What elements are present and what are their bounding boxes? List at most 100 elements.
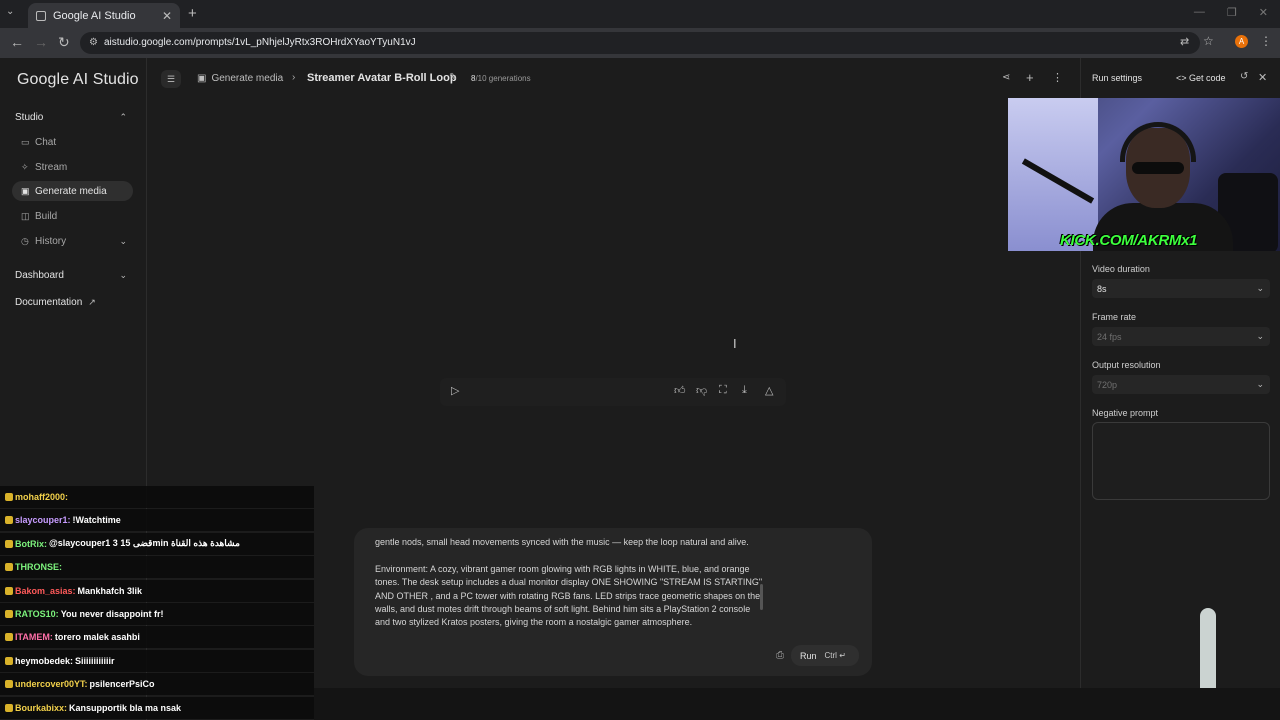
frame-rate-value: 24 fps [1097, 331, 1122, 342]
drive-icon[interactable]: △ [765, 384, 773, 397]
chevron-down-icon: ⌄ [119, 270, 127, 280]
output-resolution-select[interactable]: 720p ⌄ [1092, 375, 1270, 394]
sidebar-item-build[interactable]: ◫ Build [12, 206, 133, 226]
frame-rate-label: Frame rate [1092, 312, 1137, 322]
reset-settings-icon[interactable]: ↺ [1240, 71, 1248, 82]
sunglasses [1132, 162, 1184, 174]
chat-badge-icon [5, 610, 13, 618]
maximize-icon[interactable]: ❐ [1227, 6, 1237, 19]
video-duration-select[interactable]: 8s ⌄ [1092, 279, 1270, 298]
close-tab-icon[interactable]: ✕ [162, 9, 172, 23]
browser-tab[interactable]: Google AI Studio ✕ [28, 3, 180, 28]
close-panel-icon[interactable]: ✕ [1258, 71, 1267, 84]
minimize-icon[interactable]: — [1194, 6, 1205, 19]
chat-message: THRONSE: [0, 556, 314, 579]
site-info-icon[interactable]: ⚙ [89, 37, 98, 48]
video-duration-label: Video duration [1092, 264, 1150, 274]
thumbs-down-icon[interactable]: 👎︎ [696, 384, 707, 397]
window-controls: — ❐ ✕ [1194, 6, 1268, 19]
run-shortcut-key: Ctrl [824, 651, 837, 660]
translate-icon[interactable]: ⇄ [1180, 35, 1189, 48]
prompt-input-box[interactable]: gentle nods, small head movements synced… [354, 528, 872, 676]
chat-username: BotRix: [15, 538, 47, 549]
tab-title: Google AI Studio [53, 9, 136, 22]
chat-message: Bakom_asias: Mankhafch 3lik [0, 579, 314, 602]
thumbs-up-icon[interactable]: 👍︎ [674, 384, 686, 397]
sidebar-item-label: History [35, 235, 67, 247]
play-icon[interactable]: ▷ [451, 384, 459, 397]
studio-label: Studio [15, 112, 44, 123]
chat-icon: ▭ [21, 136, 30, 147]
get-code-button[interactable]: <> Get code [1176, 73, 1226, 83]
browser-tab-bar: ⌄ Google AI Studio ✕ + — ❐ ✕ [0, 0, 1280, 28]
chat-text: @slaycouper1 3 قضى 15min مشاهدة هذه القن… [49, 538, 240, 549]
chat-message: heymobedek: Siiiiiiiiiiiir [0, 649, 314, 672]
chevron-down-icon: ⌄ [1256, 379, 1264, 389]
breadcrumb-parent[interactable]: ▣ Generate media [197, 73, 283, 84]
address-bar: ← → ↻ ⚙ aistudio.google.com/prompts/1vL_… [0, 28, 1280, 58]
sidebar-item-generate-media[interactable]: ▣ Generate media [12, 181, 133, 201]
bookmark-star-icon[interactable]: ☆ [1203, 34, 1214, 48]
prompt-scrollbar[interactable] [760, 584, 763, 610]
url-text: aistudio.google.com/prompts/1vL_pNhjelJy… [104, 37, 416, 48]
chat-message: ITAMEM: torero malek asahbi [0, 626, 314, 649]
fullscreen-icon[interactable]: ⛶ [719, 384, 727, 397]
run-label: Run [800, 650, 817, 661]
video-player-controls: ▷ 👍︎ 👎︎ ⛶ ⤓ △ [440, 378, 786, 406]
sidebar-item-label: Build [35, 210, 58, 222]
more-options-icon[interactable]: ⋮ [1052, 71, 1063, 84]
toggle-sidebar-button[interactable]: ☰ [161, 70, 181, 88]
sidebar-item-stream[interactable]: ✧ Stream [12, 157, 133, 177]
chat-message: slaycouper1: !Watchtime [0, 509, 314, 532]
run-shortcut: Ctrl ↵ [824, 651, 846, 660]
build-icon: ◫ [21, 210, 30, 221]
chat-badge-icon [5, 703, 13, 712]
breadcrumb-chevron-icon: › [292, 72, 296, 83]
new-prompt-icon[interactable]: + [1026, 70, 1034, 85]
url-field[interactable]: ⚙ aistudio.google.com/prompts/1vL_pNhjel… [80, 32, 1200, 54]
stream-icon: ✧ [21, 161, 29, 172]
dashboard-section-header[interactable]: Dashboard ⌄ [15, 270, 127, 281]
sidebar-item-history[interactable]: ◷ History ⌄ [12, 231, 133, 251]
chat-message: mohaff2000: [0, 486, 314, 508]
app-logo[interactable]: Google AI Studio [17, 71, 139, 89]
download-icon[interactable]: ⤓ [742, 384, 747, 397]
headset-icon [1120, 122, 1196, 162]
chat-text: Mankhafch 3lik [77, 585, 143, 596]
prompt-header: ☰ ▣ Generate media › Streamer Avatar B-R… [147, 58, 1080, 98]
negative-prompt-input[interactable] [1092, 422, 1270, 500]
chat-badge-icon [5, 539, 13, 548]
new-tab-icon[interactable]: + [188, 5, 197, 22]
frame-rate-select[interactable]: 24 fps ⌄ [1092, 327, 1270, 346]
run-settings-title: Run settings [1092, 73, 1143, 83]
get-code-label: Get code [1189, 73, 1226, 83]
video-duration-value: 8s [1097, 283, 1107, 294]
forward-icon[interactable]: → [34, 34, 48, 50]
browser-menu-icon[interactable]: ⋮ [1260, 34, 1272, 48]
edit-title-icon[interactable]: ✎ [449, 72, 457, 83]
reload-icon[interactable]: ↻ [58, 34, 70, 51]
chat-username: undercover00YT: [15, 679, 88, 690]
chat-message: Bourkabixx: Kansupportik bla ma nsak [0, 696, 314, 719]
documentation-link[interactable]: Documentation ↗ [15, 297, 127, 308]
sidebar-item-chat[interactable]: ▭ Chat [12, 132, 133, 152]
tab-list-icon[interactable]: ⌄ [6, 6, 14, 17]
chat-badge-icon [5, 516, 13, 525]
profile-avatar[interactable]: A [1235, 35, 1248, 48]
attach-file-icon[interactable]: ⎙ [776, 650, 784, 661]
page-title: Streamer Avatar B-Roll Loop [307, 72, 457, 84]
share-icon[interactable]: ⋖ [1002, 72, 1010, 83]
chat-username: RATOS10: [15, 609, 59, 619]
studio-section-header[interactable]: Studio ⌃ [15, 112, 127, 123]
back-icon[interactable]: ← [10, 34, 24, 50]
run-button[interactable]: Run Ctrl ↵ [791, 645, 859, 666]
chevron-up-icon: ⌃ [119, 112, 127, 122]
chat-badge-icon [5, 633, 13, 642]
close-window-icon[interactable]: ✕ [1259, 6, 1268, 19]
chat-text: !Watchtime [72, 515, 121, 526]
media-icon: ▣ [197, 73, 207, 84]
prompt-text[interactable]: gentle nods, small head movements synced… [375, 536, 765, 630]
chat-username: ITAMEM: [15, 632, 53, 643]
chat-badge-icon [5, 493, 13, 501]
external-link-icon: ↗ [88, 297, 96, 307]
